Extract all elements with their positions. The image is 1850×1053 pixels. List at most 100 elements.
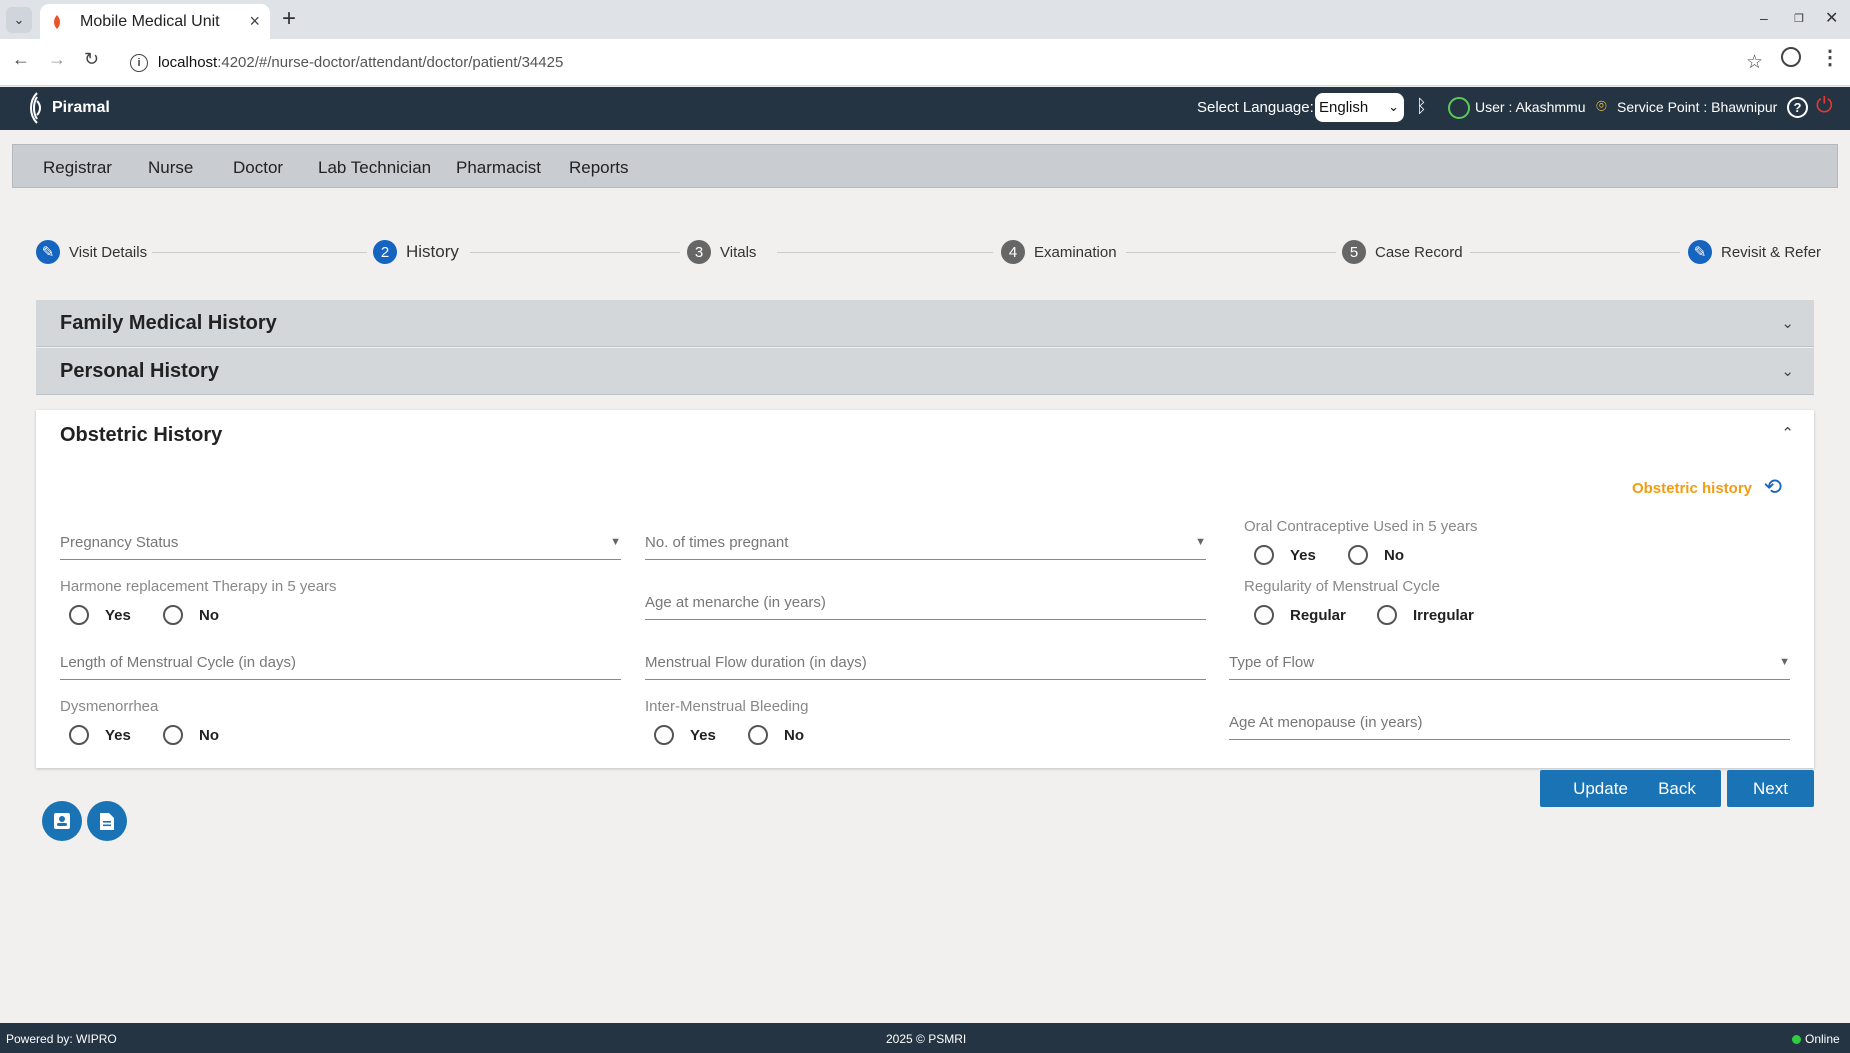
inter-bleeding-yes-radio[interactable]: Yes: [654, 725, 716, 745]
bookmark-star-icon[interactable]: ☆: [1746, 51, 1763, 74]
tab-search-button[interactable]: ⌄: [6, 7, 32, 33]
personal-history-panel[interactable]: Personal History ⌄: [36, 348, 1814, 395]
radio-circle: [163, 605, 183, 625]
url-field[interactable]: i localhost:4202/#/nurse-doctor/attendan…: [120, 46, 1775, 79]
step-vitals[interactable]: 3 Vitals: [687, 240, 756, 264]
regularity-label: Regularity of Menstrual Cycle: [1244, 578, 1440, 595]
field-label: No. of times pregnant: [645, 534, 789, 551]
dropdown-arrow-icon: ▼: [1779, 656, 1790, 668]
step-revisit-refer[interactable]: ✎ Revisit & Refer: [1688, 240, 1821, 264]
logout-power-icon[interactable]: ⏻: [1816, 94, 1833, 118]
step-label: Examination: [1034, 243, 1117, 261]
radio-label: Regular: [1290, 606, 1346, 624]
patient-details-icon[interactable]: [42, 801, 82, 841]
back-arrow-icon[interactable]: ←: [12, 49, 30, 70]
cycle-length-input[interactable]: Length of Menstrual Cycle (in days): [60, 648, 621, 680]
status-text: Online: [1805, 1032, 1840, 1046]
connection-status: Online: [1792, 1032, 1840, 1046]
chevron-down-icon: ⌄: [1781, 363, 1794, 380]
forward-arrow-icon[interactable]: →: [48, 49, 66, 70]
radio-label: Yes: [1290, 546, 1316, 564]
dysmenorrhea-no-radio[interactable]: No: [163, 725, 219, 745]
step-history[interactable]: 2 History: [373, 240, 459, 264]
nav-nurse[interactable]: Nurse: [148, 158, 193, 178]
help-icon[interactable]: ?: [1787, 97, 1808, 118]
url-path: :4202/#/nurse-doctor/attendant/doctor/pa…: [217, 54, 564, 71]
back-button[interactable]: Back: [1633, 770, 1721, 807]
radio-label: Yes: [105, 726, 131, 744]
step-number: 2: [373, 240, 397, 264]
tab-close-icon[interactable]: ×: [249, 11, 260, 32]
step-connector: [152, 252, 367, 253]
step-label: Case Record: [1375, 243, 1463, 261]
browser-menu-icon[interactable]: ⋮: [1820, 45, 1840, 70]
radio-label: No: [199, 726, 219, 744]
restore-icon[interactable]: ❐: [1794, 12, 1804, 25]
nav-registrar[interactable]: Registrar: [43, 158, 112, 178]
url-host: localhost: [158, 54, 218, 71]
dropdown-arrow-icon: ▼: [1195, 536, 1206, 548]
language-select[interactable]: English ⌄: [1315, 93, 1404, 122]
browser-tab[interactable]: Mobile Medical Unit ×: [40, 4, 270, 39]
minimize-icon[interactable]: –: [1760, 10, 1768, 26]
nav-lab-technician[interactable]: Lab Technician: [318, 158, 431, 178]
nav-doctor[interactable]: Doctor: [233, 158, 283, 178]
age-menarche-input[interactable]: Age at menarche (in years): [645, 588, 1206, 620]
type-of-flow-select[interactable]: Type of Flow ▼: [1229, 648, 1790, 680]
field-label: Menstrual Flow duration (in days): [645, 654, 867, 671]
radio-label: No: [784, 726, 804, 744]
step-label: History: [406, 242, 459, 261]
window-close-icon[interactable]: ✕: [1825, 8, 1838, 28]
hrt-no-radio[interactable]: No: [163, 605, 219, 625]
favicon-icon: [54, 14, 60, 29]
oral-contraceptive-yes-radio[interactable]: Yes: [1254, 545, 1316, 565]
times-pregnant-select[interactable]: No. of times pregnant ▼: [645, 528, 1206, 560]
radio-circle: [748, 725, 768, 745]
history-icon[interactable]: ⟲: [1764, 474, 1782, 500]
radio-circle: [69, 605, 89, 625]
nav-reports[interactable]: Reports: [569, 158, 629, 178]
flow-duration-input[interactable]: Menstrual Flow duration (in days): [645, 648, 1206, 680]
step-visit-details[interactable]: ✎ Visit Details: [36, 240, 147, 264]
piramal-logo: Piramal: [26, 91, 110, 125]
next-button[interactable]: Next: [1727, 770, 1814, 807]
logo-icon: [30, 92, 41, 124]
regularity-irregular-radio[interactable]: Irregular: [1377, 605, 1474, 625]
bluetooth-icon[interactable]: ᛒ: [1416, 96, 1427, 117]
pregnancy-status-select[interactable]: Pregnancy Status ▼: [60, 528, 621, 560]
dysmenorrhea-yes-radio[interactable]: Yes: [69, 725, 131, 745]
nav-pharmacist[interactable]: Pharmacist: [456, 158, 541, 178]
reload-icon[interactable]: ↻: [84, 49, 99, 70]
new-tab-icon[interactable]: +: [282, 5, 296, 33]
step-case-record[interactable]: 5 Case Record: [1342, 240, 1463, 264]
radio-label: No: [1384, 546, 1404, 564]
regularity-regular-radio[interactable]: Regular: [1254, 605, 1346, 625]
panel-title: Family Medical History: [60, 312, 277, 334]
panel-title[interactable]: Obstetric History: [60, 424, 222, 447]
inter-bleeding-no-radio[interactable]: No: [748, 725, 804, 745]
location-pin-icon: ⌾: [1596, 96, 1607, 116]
edit-pencil-icon: ✎: [36, 240, 60, 264]
case-sheet-icon[interactable]: [87, 801, 127, 841]
powered-by: Powered by: WIPRO: [6, 1032, 117, 1046]
step-connector: [777, 252, 993, 253]
family-medical-history-panel[interactable]: Family Medical History ⌄: [36, 300, 1814, 347]
chevron-up-icon[interactable]: ⌃: [1781, 424, 1794, 442]
radio-circle: [1254, 605, 1274, 625]
obstetric-history-link[interactable]: Obstetric history: [1632, 480, 1752, 497]
field-label: Length of Menstrual Cycle (in days): [60, 654, 296, 671]
step-examination[interactable]: 4 Examination: [1001, 240, 1117, 264]
profile-icon[interactable]: [1781, 47, 1801, 67]
radio-label: No: [199, 606, 219, 624]
hrt-label: Harmone replacement Therapy in 5 years: [60, 578, 337, 595]
step-number: 3: [687, 240, 711, 264]
dysmenorrhea-label: Dysmenorrhea: [60, 698, 159, 715]
radio-circle: [654, 725, 674, 745]
age-menopause-input[interactable]: Age At menopause (in years): [1229, 708, 1790, 740]
oral-contraceptive-no-radio[interactable]: No: [1348, 545, 1404, 565]
radio-circle: [69, 725, 89, 745]
brand-name: Piramal: [52, 99, 110, 116]
hrt-yes-radio[interactable]: Yes: [69, 605, 131, 625]
field-label: Age at menarche (in years): [645, 594, 826, 611]
site-info-icon[interactable]: i: [130, 53, 148, 72]
